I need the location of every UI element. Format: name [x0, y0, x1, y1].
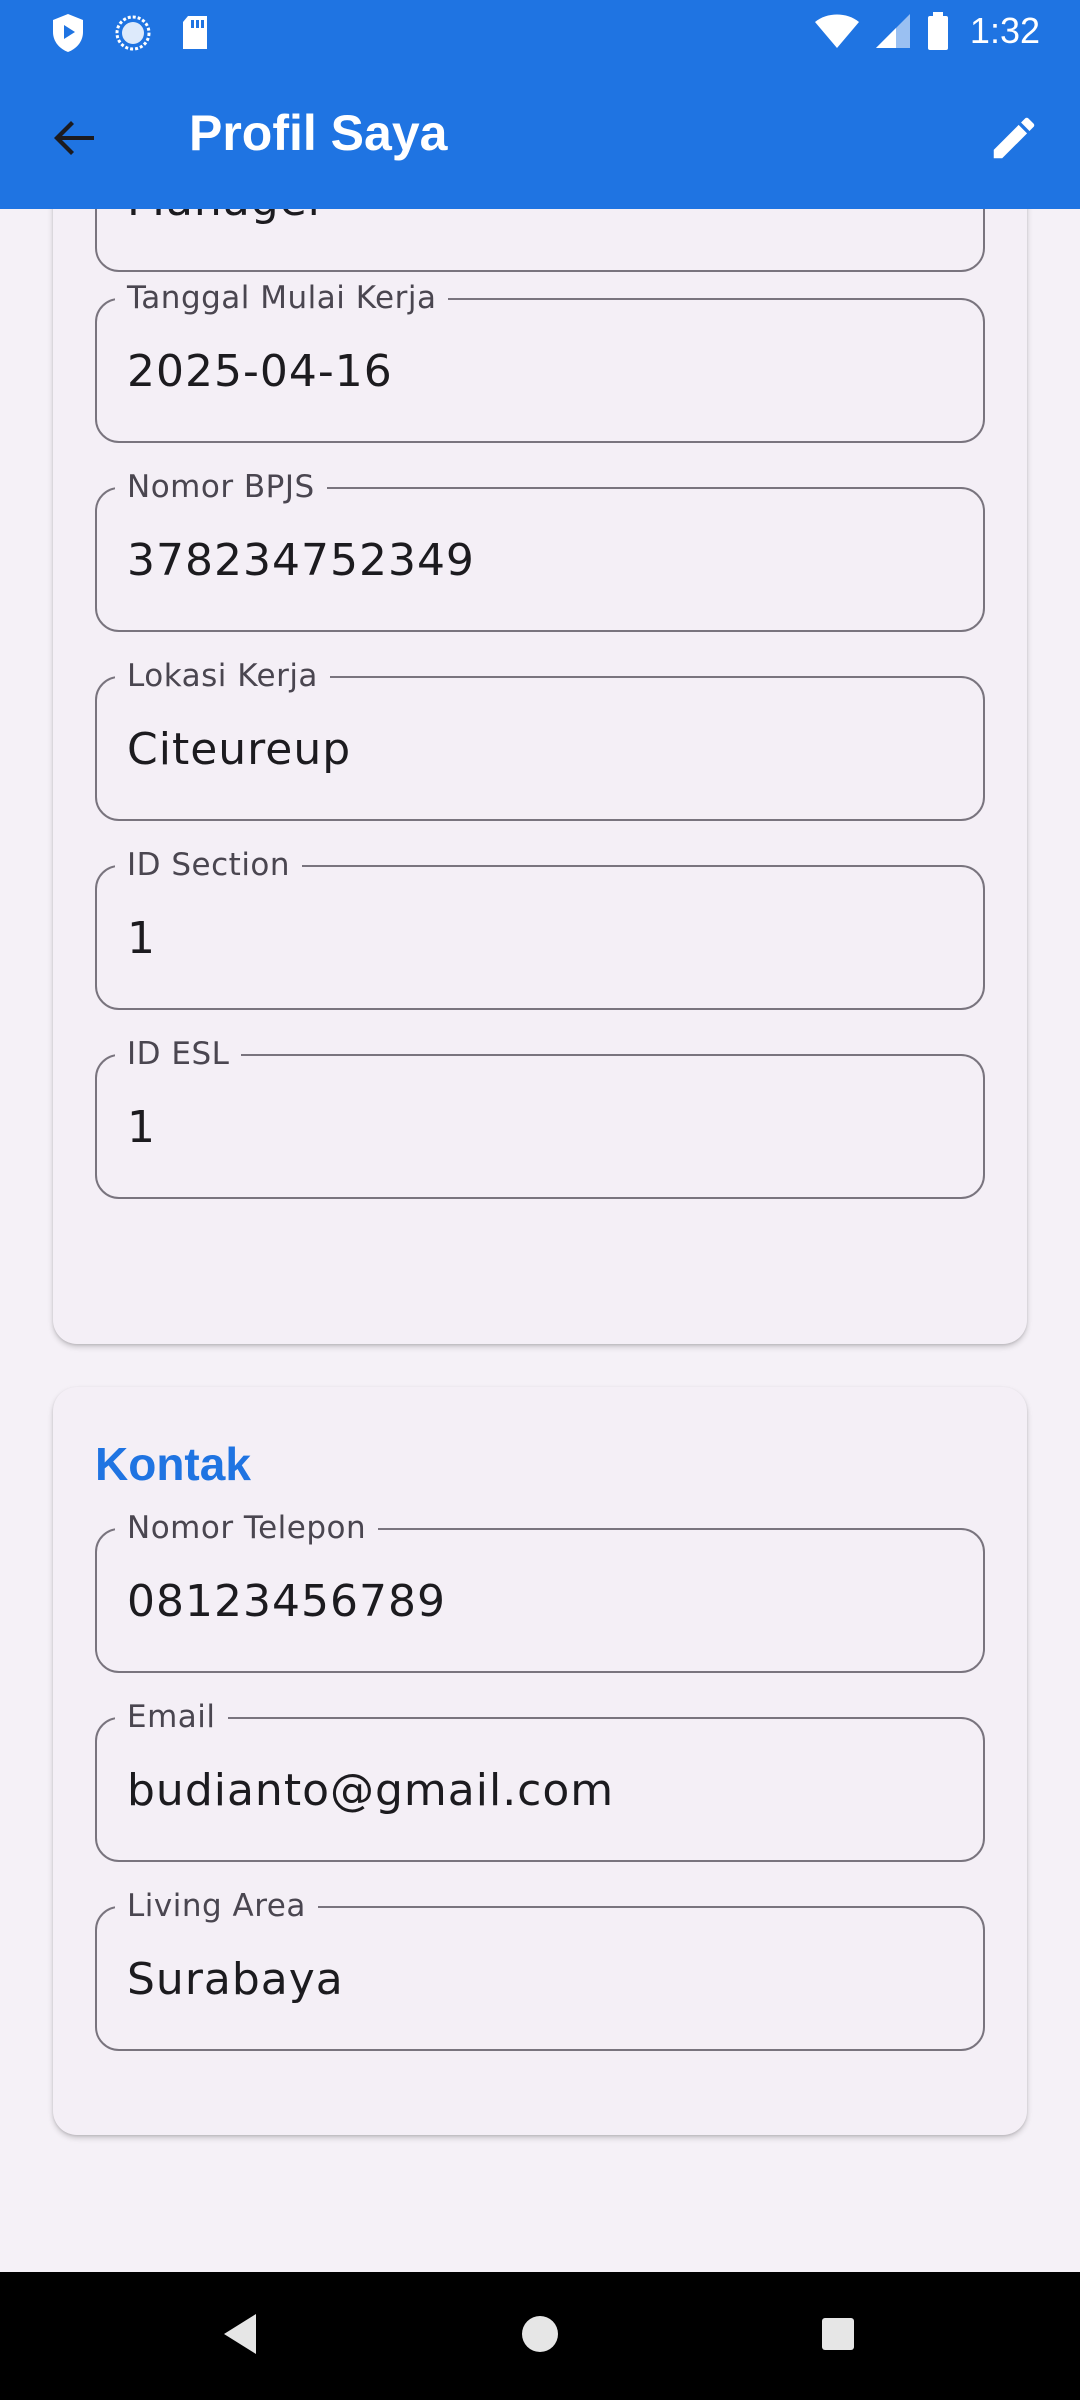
status-time: 1:32	[969, 10, 1040, 51]
wifi-icon	[814, 14, 859, 48]
app-bar: Profil Saya	[0, 64, 1080, 209]
esl-id-field[interactable]: ID ESL 1	[95, 1034, 985, 1199]
living-area-value: Surabaya	[127, 1954, 344, 2005]
nav-home-icon[interactable]	[522, 2316, 558, 2352]
edit-profile-button[interactable]	[978, 102, 1050, 174]
work-location-field[interactable]: Lokasi Kerja Citeureup	[95, 656, 985, 821]
start-date-label: Tanggal Mulai Kerja	[115, 278, 449, 318]
system-nav-bar	[0, 2272, 1080, 2400]
phone-value: 08123456789	[127, 1576, 446, 1627]
esl-id-label: ID ESL	[115, 1034, 242, 1074]
esl-id-value: 1	[127, 1102, 156, 1153]
position-value: Manager	[127, 209, 327, 229]
email-field[interactable]: Email budianto@gmail.com	[95, 1697, 985, 1862]
contact-section-title: Kontak	[95, 1438, 251, 1490]
section-id-field[interactable]: ID Section 1	[95, 845, 985, 1010]
email-label: Email	[115, 1697, 228, 1737]
section-id-value: 1	[127, 913, 156, 964]
back-button[interactable]	[40, 104, 108, 172]
signal-icon	[875, 14, 910, 48]
email-value: budianto@gmail.com	[127, 1765, 615, 1816]
bpjs-number-label: Nomor BPJS	[115, 467, 327, 507]
phone-label: Nomor Telepon	[115, 1508, 379, 1548]
contact-card: Kontak Nomor Telepon 08123456789 Email b…	[53, 1387, 1027, 2135]
living-area-label: Living Area	[115, 1886, 318, 1926]
section-id-label: ID Section	[115, 845, 303, 885]
position-field[interactable]: Manager	[95, 209, 985, 272]
bpjs-number-field[interactable]: Nomor BPJS 378234752349	[95, 467, 985, 632]
page-title: Profil Saya	[189, 105, 448, 161]
sd-card-icon	[183, 16, 207, 49]
status-bar: 1:32	[0, 0, 1080, 64]
nav-recents-icon[interactable]	[822, 2318, 854, 2350]
battery-icon	[927, 12, 948, 50]
loading-circle-icon	[115, 15, 151, 51]
pencil-icon	[993, 117, 1035, 159]
arrow-back-icon	[54, 121, 94, 155]
shield-play-icon	[53, 14, 83, 52]
phone-field[interactable]: Nomor Telepon 08123456789	[95, 1508, 985, 1673]
start-date-field[interactable]: Tanggal Mulai Kerja 2025-04-16	[95, 278, 985, 443]
start-date-value: 2025-04-16	[127, 346, 393, 397]
bpjs-number-value: 378234752349	[127, 535, 475, 586]
living-area-field[interactable]: Living Area Surabaya	[95, 1886, 985, 2051]
nav-back-icon[interactable]	[220, 2312, 260, 2356]
work-location-value: Citeureup	[127, 724, 352, 775]
employment-info-card: Manager Tanggal Mulai Kerja 2025-04-16 N…	[53, 209, 1027, 1344]
profile-content[interactable]: Manager Tanggal Mulai Kerja 2025-04-16 N…	[0, 209, 1080, 2272]
work-location-label: Lokasi Kerja	[115, 656, 330, 696]
